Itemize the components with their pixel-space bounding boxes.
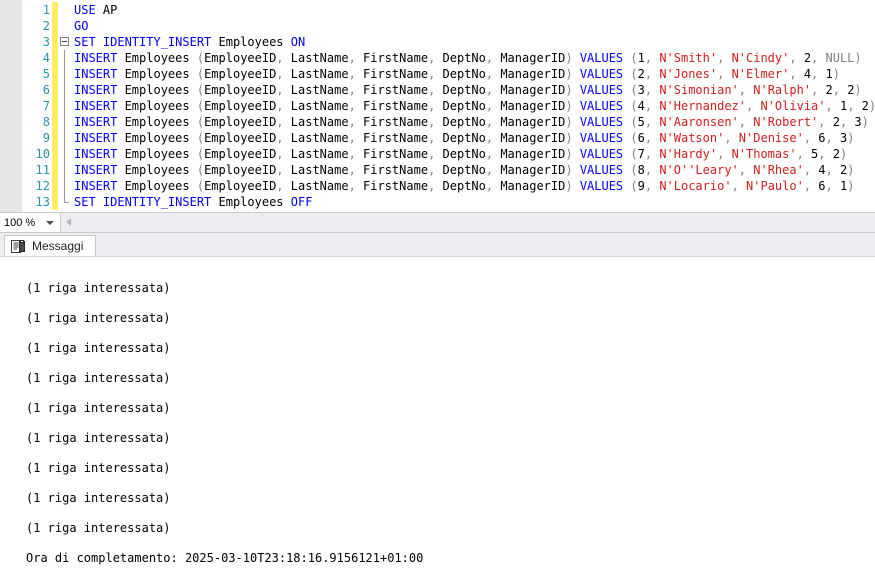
code-line[interactable]: 1 USE AP xyxy=(0,2,875,18)
code-line[interactable]: 2 GO xyxy=(0,18,875,34)
code-line-text: GO xyxy=(74,19,89,33)
scroll-left-arrow-icon[interactable] xyxy=(66,218,71,226)
code-line[interactable]: 12 INSERT Employees (EmployeeID, LastName… xyxy=(0,178,875,194)
fold-column xyxy=(60,50,72,66)
message-line: (1 riga interessata) xyxy=(26,311,171,325)
tab-messaggi[interactable]: Messaggi xyxy=(4,235,97,256)
message-line: (1 riga interessata) xyxy=(26,401,171,415)
change-indicator-bar xyxy=(52,162,58,178)
message-line: (1 riga interessata) xyxy=(26,281,171,295)
change-indicator-bar xyxy=(52,50,58,66)
code-line-text: INSERT Employees (EmployeeID, LastName, … xyxy=(74,99,875,113)
code-line-text: USE AP xyxy=(74,3,118,17)
code-line[interactable]: 10 INSERT Employees (EmployeeID, LastName… xyxy=(0,146,875,162)
collapse-region-icon[interactable] xyxy=(60,37,69,46)
message-line: (1 riga interessata) xyxy=(26,371,171,385)
change-indicator-bar xyxy=(52,130,58,146)
code-line[interactable]: 11 INSERT Employees (EmployeeID, LastName… xyxy=(0,162,875,178)
code-line[interactable]: 4 INSERT Employees (EmployeeID, LastName,… xyxy=(0,50,875,66)
change-indicator-bar xyxy=(52,18,58,34)
fold-column xyxy=(60,2,72,18)
results-tab-strip: Messaggi xyxy=(0,233,875,256)
zoom-level-value: 100 % xyxy=(4,216,36,229)
line-number: 3 xyxy=(42,35,50,49)
fold-column xyxy=(60,162,72,178)
code-line-text: INSERT Employees (EmployeeID, LastName, … xyxy=(74,163,855,177)
message-line: (1 riga interessata) xyxy=(26,341,171,355)
messages-pane[interactable]: (1 riga interessata) (1 riga interessata)… xyxy=(0,256,875,584)
fold-region-line xyxy=(64,66,65,82)
messages-icon xyxy=(11,239,26,253)
fold-region-line xyxy=(64,162,65,178)
chevron-down-icon[interactable] xyxy=(46,221,54,225)
fold-region-line xyxy=(64,50,65,66)
fold-column xyxy=(60,194,72,210)
fold-column xyxy=(60,34,72,50)
change-indicator-bar xyxy=(52,82,58,98)
code-line-text: SET IDENTITY_INSERT Employees ON xyxy=(74,35,306,49)
code-line[interactable]: 9 INSERT Employees (EmployeeID, LastName,… xyxy=(0,130,875,146)
code-line-list: 1 USE AP 2 GO 3 SET IDENTITY_INSERT Employees… xyxy=(0,2,875,210)
change-indicator-bar xyxy=(52,146,58,162)
code-line[interactable]: 6 INSERT Employees (EmployeeID, LastName,… xyxy=(0,82,875,98)
code-line[interactable]: 8 INSERT Employees (EmployeeID, LastName,… xyxy=(0,114,875,130)
change-indicator-bar xyxy=(52,66,58,82)
code-line[interactable]: 3 SET IDENTITY_INSERT Employees ON xyxy=(0,34,875,50)
completion-time-message: Ora di completamento: 2025-03-10T23:18:1… xyxy=(26,551,424,565)
fold-region-line xyxy=(64,178,65,194)
fold-region-line xyxy=(64,130,65,146)
fold-column xyxy=(60,146,72,162)
messages-output-list: (1 riga interessata) (1 riga interessata)… xyxy=(26,273,875,573)
code-line[interactable]: 13 SET IDENTITY_INSERT Employees OFF xyxy=(0,194,875,210)
code-line-text: INSERT Employees (EmployeeID, LastName, … xyxy=(74,147,848,161)
change-indicator-bar xyxy=(52,114,58,130)
fold-column xyxy=(60,114,72,130)
fold-region-line xyxy=(64,146,65,162)
fold-column xyxy=(60,178,72,194)
zoom-level-combobox[interactable]: 100 % xyxy=(0,213,61,232)
fold-region-line xyxy=(64,114,65,130)
fold-region-end-line xyxy=(64,194,69,203)
line-number: 12 xyxy=(35,179,50,193)
message-line: (1 riga interessata) xyxy=(26,491,171,505)
change-indicator-bar xyxy=(52,178,58,194)
fold-column xyxy=(60,130,72,146)
line-number: 8 xyxy=(42,115,50,129)
code-line-text: INSERT Employees (EmployeeID, LastName, … xyxy=(74,67,840,81)
line-number: 11 xyxy=(35,163,50,177)
line-number: 10 xyxy=(35,147,50,161)
line-number: 5 xyxy=(42,67,50,81)
code-line-text: INSERT Employees (EmployeeID, LastName, … xyxy=(74,179,855,193)
change-indicator-bar xyxy=(52,34,58,50)
fold-column xyxy=(60,82,72,98)
change-indicator-bar xyxy=(52,2,58,18)
code-line-text: INSERT Employees (EmployeeID, LastName, … xyxy=(74,131,855,145)
fold-column xyxy=(60,98,72,114)
change-indicator-bar xyxy=(52,194,58,210)
message-line: (1 riga interessata) xyxy=(26,431,171,445)
code-line[interactable]: 7 INSERT Employees (EmployeeID, LastName,… xyxy=(0,98,875,114)
message-line: (1 riga interessata) xyxy=(26,521,171,535)
fold-region-line xyxy=(64,82,65,98)
fold-column xyxy=(60,66,72,82)
fold-column xyxy=(60,18,72,34)
fold-region-line xyxy=(64,98,65,114)
line-number: 13 xyxy=(35,195,50,209)
line-number: 7 xyxy=(42,99,50,113)
change-indicator-bar xyxy=(52,98,58,114)
tab-messaggi-label: Messaggi xyxy=(32,239,84,253)
code-line-text: SET IDENTITY_INSERT Employees OFF xyxy=(74,195,313,209)
line-number: 2 xyxy=(42,19,50,33)
line-number: 6 xyxy=(42,83,50,97)
code-line-text: INSERT Employees (EmployeeID, LastName, … xyxy=(74,51,862,65)
code-line-text: INSERT Employees (EmployeeID, LastName, … xyxy=(74,115,869,129)
line-number: 1 xyxy=(42,3,50,17)
sql-code-editor[interactable]: 1 USE AP 2 GO 3 SET IDENTITY_INSERT Employees… xyxy=(0,0,875,212)
message-line: (1 riga interessata) xyxy=(26,461,171,475)
code-line[interactable]: 5 INSERT Employees (EmployeeID, LastName,… xyxy=(0,66,875,82)
editor-status-bar: 100 % xyxy=(0,212,875,233)
line-number: 9 xyxy=(42,131,50,145)
line-number: 4 xyxy=(42,51,50,65)
code-line-text: INSERT Employees (EmployeeID, LastName, … xyxy=(74,83,862,97)
